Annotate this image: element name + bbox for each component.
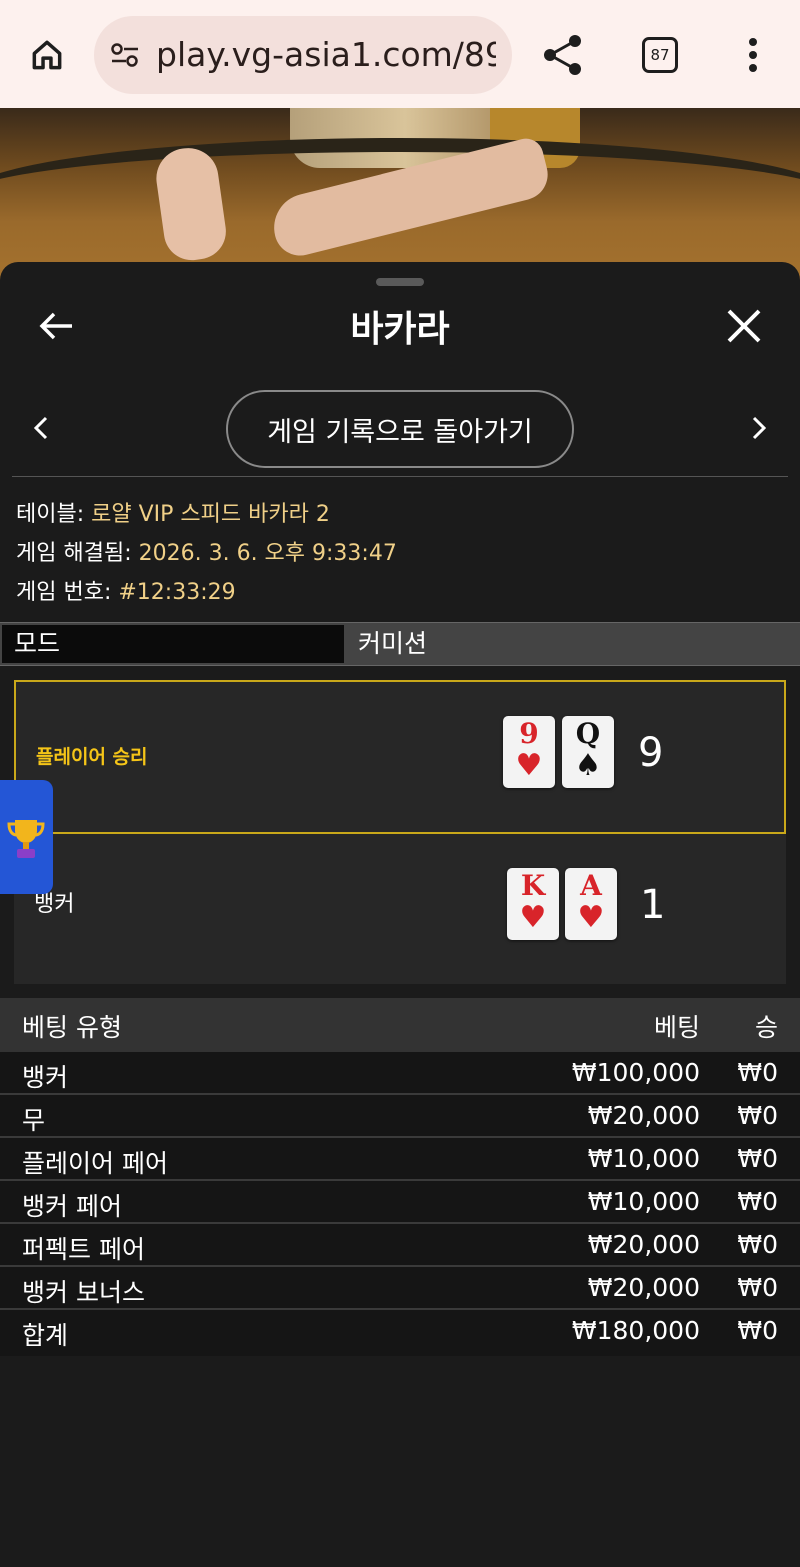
divider <box>12 476 788 477</box>
url-text[interactable]: play.vg-asia1.com/894 <box>156 34 496 76</box>
game-number-info: 게임 번호: #12:33:29 <box>16 574 236 606</box>
total-row: 합계 ₩180,000 ₩0 <box>0 1310 800 1356</box>
chevron-left-icon[interactable] <box>28 412 56 444</box>
win-amount: ₩0 <box>737 1230 778 1259</box>
mode-label: 모드 <box>2 625 344 663</box>
banker-card-1: K ♥ <box>507 868 559 940</box>
win-amount: ₩0 <box>737 1144 778 1173</box>
bet-amount: ₩20,000 <box>587 1273 700 1302</box>
total-win: ₩0 <box>737 1316 778 1345</box>
resolved-info: 게임 해결됨: 2026. 3. 6. 오후 9:33:47 <box>16 535 397 567</box>
bet-amount: ₩20,000 <box>587 1101 700 1130</box>
home-icon[interactable] <box>22 30 72 80</box>
spade-icon: ♠ <box>574 748 602 783</box>
player-card-2: Q ♠ <box>562 716 614 788</box>
bet-amount: ₩10,000 <box>587 1187 700 1216</box>
bet-type: 뱅커 페어 <box>22 1192 122 1221</box>
header-bet-type: 베팅 유형 <box>22 1013 122 1042</box>
player-card-1: 9 ♥ <box>503 716 555 788</box>
bets-header: 베팅 유형 베팅 승 <box>0 998 800 1052</box>
bet-type: 무 <box>22 1106 46 1135</box>
mode-value: 커미션 <box>358 629 428 658</box>
address-bar[interactable]: play.vg-asia1.com/894 <box>94 16 512 94</box>
tab-count: 87 <box>650 46 670 64</box>
bet-amount: ₩10,000 <box>587 1144 700 1173</box>
bet-type: 플레이어 페어 <box>22 1149 168 1178</box>
win-amount: ₩0 <box>737 1273 778 1302</box>
game-result: 플레이어 승리 9 ♥ Q ♠ 9 뱅커 K ♥ A ♥ 1 <box>14 680 786 984</box>
header-bet: 베팅 <box>653 1013 700 1042</box>
total-label: 합계 <box>22 1321 69 1350</box>
win-amount: ₩0 <box>737 1101 778 1130</box>
drag-handle[interactable] <box>376 278 424 286</box>
back-arrow-icon[interactable] <box>34 304 78 348</box>
panel-title: 바카라 <box>350 309 450 350</box>
card-rank: 9 <box>519 717 539 750</box>
table-row: 뱅커 페어 ₩10,000 ₩0 <box>0 1181 800 1224</box>
resolved-value: 2026. 3. 6. 오후 9:33:47 <box>138 541 397 566</box>
chevron-right-icon[interactable] <box>744 412 772 444</box>
leaderboard-tab[interactable] <box>0 780 53 894</box>
site-settings-icon[interactable] <box>110 42 140 68</box>
player-score: 9 <box>638 730 664 776</box>
back-to-history-button[interactable]: 게임 기록으로 돌아가기 <box>226 390 574 468</box>
more-options-icon[interactable] <box>740 36 766 76</box>
header-win: 승 <box>754 1013 778 1042</box>
win-amount: ₩0 <box>737 1058 778 1087</box>
table-label: 테이블: <box>16 502 92 527</box>
bet-type: 뱅커 <box>22 1063 69 1092</box>
win-amount: ₩0 <box>737 1187 778 1216</box>
table-value: 로얄 VIP 스피드 바카라 2 <box>91 502 330 527</box>
banker-score: 1 <box>640 882 666 928</box>
card-rank: A <box>580 869 602 902</box>
tab-switcher-button[interactable]: 87 <box>642 37 678 73</box>
heart-icon: ♥ <box>577 900 605 935</box>
player-result-label: 플레이어 승리 <box>36 746 148 768</box>
table-info: 테이블: 로얄 VIP 스피드 바카라 2 <box>16 496 330 528</box>
card-rank: Q <box>575 717 601 750</box>
table-row: 무 ₩20,000 ₩0 <box>0 1095 800 1138</box>
resolved-label: 게임 해결됨: <box>16 541 139 566</box>
heart-icon: ♥ <box>515 748 543 783</box>
game-number-value: #12:33:29 <box>118 580 236 605</box>
share-icon[interactable] <box>540 32 586 78</box>
table-row: 퍼펙트 페어 ₩20,000 ₩0 <box>0 1224 800 1267</box>
player-row: 플레이어 승리 9 ♥ Q ♠ 9 <box>14 680 786 834</box>
heart-icon: ♥ <box>519 900 547 935</box>
bet-amount: ₩20,000 <box>587 1230 700 1259</box>
trophy-icon <box>7 820 45 858</box>
bets-table: 베팅 유형 베팅 승 뱅커 ₩100,000 ₩0 무 ₩20,000 ₩0 플… <box>0 998 800 1356</box>
mode-bar: 모드 커미션 <box>0 622 800 666</box>
bet-amount: ₩100,000 <box>571 1058 700 1087</box>
total-bet: ₩180,000 <box>571 1316 700 1345</box>
table-row: 뱅커 ₩100,000 ₩0 <box>0 1052 800 1095</box>
browser-toolbar: play.vg-asia1.com/894 87 <box>0 0 800 108</box>
table-row: 플레이어 페어 ₩10,000 ₩0 <box>0 1138 800 1181</box>
close-icon[interactable] <box>724 306 764 346</box>
bet-type: 퍼펙트 페어 <box>22 1235 145 1264</box>
card-rank: K <box>520 869 546 902</box>
table-row: 뱅커 보너스 ₩20,000 ₩0 <box>0 1267 800 1310</box>
banker-card-2: A ♥ <box>565 868 617 940</box>
bet-type: 뱅커 보너스 <box>22 1278 145 1307</box>
game-number-label: 게임 번호: <box>16 580 119 605</box>
banker-row: 뱅커 K ♥ A ♥ 1 <box>14 834 786 984</box>
